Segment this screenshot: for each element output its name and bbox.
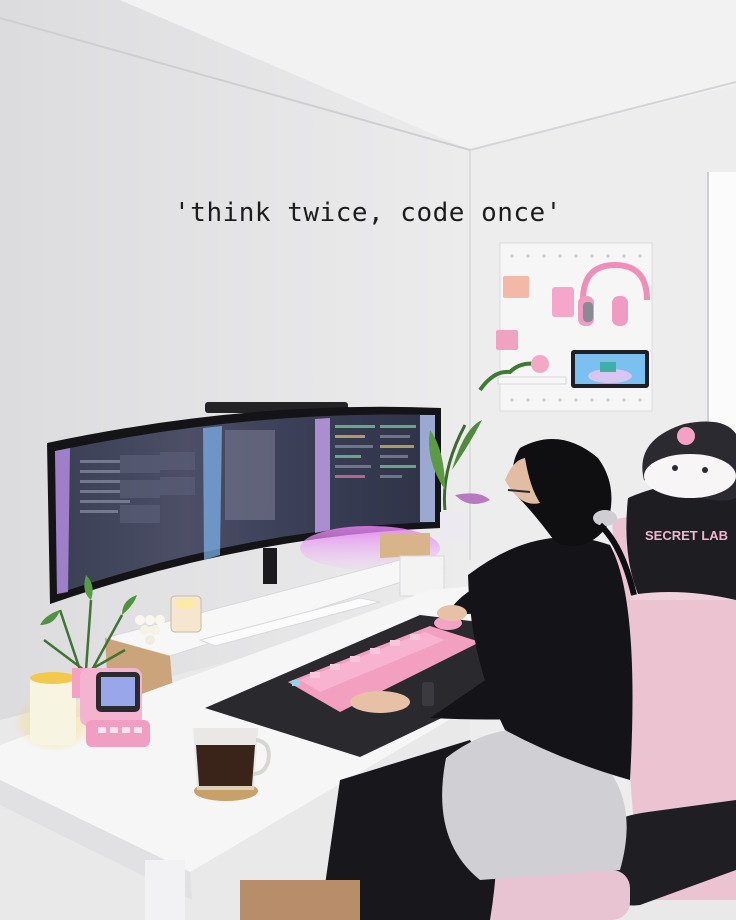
- pegboard: [478, 242, 653, 412]
- retro-speaker: [80, 668, 150, 747]
- tag-icon: [552, 287, 574, 317]
- floor: [240, 880, 360, 920]
- smartwatch: [422, 682, 434, 706]
- overlay-caption: 'think twice, code once': [174, 198, 562, 228]
- chair-brand-text: SECRET LAB: [645, 528, 728, 543]
- pegboard-cup: [496, 330, 518, 350]
- monitor-stand: [263, 548, 277, 584]
- pegboard-bin: [503, 276, 529, 298]
- lamp: [30, 675, 76, 745]
- photo-scene: SECRET LAB 'think twice, code once': [0, 0, 736, 920]
- desk-setup-illustration: SECRET LAB: [0, 0, 736, 920]
- desk-leg: [145, 860, 185, 920]
- hair-scrunchie: [593, 510, 617, 526]
